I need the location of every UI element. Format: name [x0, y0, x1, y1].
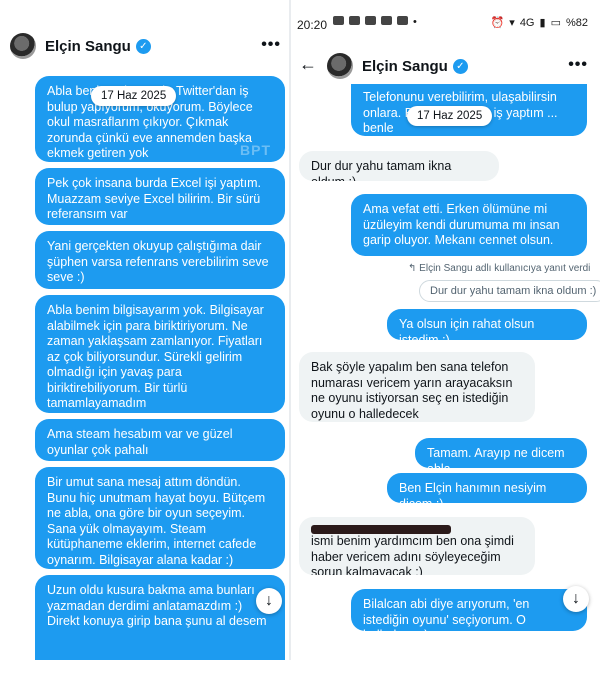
send-icon	[349, 16, 360, 25]
message-bubble[interactable]: Ama steam hesabım var ve güzel oyunlar ç…	[35, 419, 285, 461]
avatar[interactable]	[10, 33, 36, 59]
alarm-icon: ⏰	[490, 17, 505, 29]
watermark: BPT	[240, 141, 271, 158]
message-text: Yani gerçekten okuyup çalıştığıma dair ş…	[47, 239, 269, 284]
message-bubble[interactable]: Bilalcan abi diye arıyorum, 'en istediği…	[351, 589, 587, 631]
quoted-message[interactable]: Dur dur yahu tamam ikna oldum :)	[419, 280, 600, 302]
message-bubble[interactable]: Ama vefat etti. Erken ölümüne mi üzüleyi…	[351, 194, 587, 256]
message-text: Bir umut sana mesaj attım döndün. Bunu h…	[47, 475, 266, 567]
message-bubble[interactable]: Bak şöyle yapalım ben sana telefon numar…	[299, 352, 535, 422]
contact-name[interactable]: Elçin Sangu	[45, 38, 131, 55]
message-text: Uzun oldu kusura bakma ama bunları yazma…	[47, 583, 267, 628]
reply-arrow-icon: ↰	[408, 263, 420, 274]
system-icons: ⏰ ▾ 4G ▮ ▭ %82	[490, 16, 588, 30]
date-chip: 17 Haz 2025	[91, 86, 177, 106]
message-bubble[interactable]: Uzun oldu kusura bakma ama bunları yazma…	[35, 575, 285, 660]
message-text: Abla benim bilgisayarım yok. Bilgisayar …	[47, 303, 264, 410]
contact-name[interactable]: Elçin Sangu	[362, 58, 448, 75]
message-text: ismi benim yardımcım ben ona şimdi haber…	[311, 534, 514, 575]
message-text: Ben Elçin hanımın nesiyim dicem :)	[399, 481, 547, 503]
redaction-mark	[311, 525, 451, 534]
network-label: 4G	[519, 16, 535, 29]
message-bubble[interactable]: Abla benim bilgisayarım yok. Bilgisayar …	[35, 295, 285, 413]
more-options-icon[interactable]: •••	[568, 56, 588, 74]
message-bubble[interactable]: Bir umut sana mesaj attım döndün. Bunu h…	[35, 467, 285, 569]
scroll-down-arrow-icon[interactable]: ↓	[256, 588, 282, 614]
message-bubble[interactable]: Tamam. Arayıp ne dicem abla	[415, 438, 587, 468]
right-screenshot: 20:20 • ⏰ ▾ 4G ▮ ▭ %82 ← Elçin Sangu ✓ •…	[291, 0, 600, 660]
left-screenshot: Elçin Sangu ✓ ••• Abla benim adım ... dı…	[0, 0, 291, 660]
message-bubble[interactable]: ismi benim yardımcım ben ona şimdi haber…	[299, 517, 535, 575]
message-bubble[interactable]: Yani gerçekten okuyup çalıştığıma dair ş…	[35, 231, 285, 289]
battery-icon: ▭	[550, 17, 561, 29]
message-text: Bak şöyle yapalım ben sana telefon numar…	[311, 360, 513, 421]
scroll-down-arrow-icon[interactable]: ↓	[563, 586, 589, 612]
verified-badge-icon: ✓	[135, 38, 151, 54]
back-arrow-icon[interactable]: ←	[299, 54, 317, 75]
message-text: Dur dur yahu tamam ikna oldum :)	[311, 159, 452, 181]
signal-icon: ▮	[539, 17, 546, 29]
message-text: Bilalcan abi diye arıyorum, 'en istediği…	[363, 597, 530, 631]
message-text: Pek çok insana burda Excel işi yaptım. M…	[47, 176, 261, 221]
youtube-icon	[365, 16, 376, 25]
battery-level: %82	[565, 16, 588, 29]
status-time: 20:20	[297, 18, 328, 32]
message-text: Ya olsun için rahat olsun istedim :)	[399, 317, 535, 340]
message-bubble[interactable]: Ya olsun için rahat olsun istedim :)	[387, 309, 587, 340]
chat-header: ← Elçin Sangu ✓ •••	[291, 52, 600, 80]
date-chip: 17 Haz 2025	[407, 106, 493, 126]
status-bar: 20:20 • ⏰ ▾ 4G ▮ ▭ %82	[291, 0, 600, 48]
chat-header: Elçin Sangu ✓ •••	[0, 32, 291, 60]
message-bubble[interactable]: Pek çok insana burda Excel işi yaptım. M…	[35, 168, 285, 225]
wifi-icon: ▾	[509, 17, 515, 29]
avatar[interactable]	[327, 53, 353, 79]
message-text: Ama steam hesabım var ve güzel oyunlar ç…	[47, 427, 233, 457]
verified-badge-icon: ✓	[452, 58, 468, 74]
notification-icons: •	[333, 16, 417, 28]
dot-icon: •	[413, 16, 417, 28]
message-text: Ama vefat etti. Erken ölümüne mi üzüleyi…	[363, 202, 560, 247]
youtube-icon	[381, 16, 392, 25]
message-text: Tamam. Arayıp ne dicem abla	[427, 446, 565, 468]
message-bubble[interactable]: Ben Elçin hanımın nesiyim dicem :)	[387, 473, 587, 503]
reply-note: ↰ Elçin Sangu adlı kullanıcıya yanıt ver…	[408, 263, 591, 274]
more-options-icon[interactable]: •••	[261, 36, 281, 54]
whatsapp-icon	[333, 16, 344, 25]
mail-icon	[397, 16, 408, 25]
message-bubble[interactable]: Dur dur yahu tamam ikna oldum :)	[299, 151, 499, 181]
